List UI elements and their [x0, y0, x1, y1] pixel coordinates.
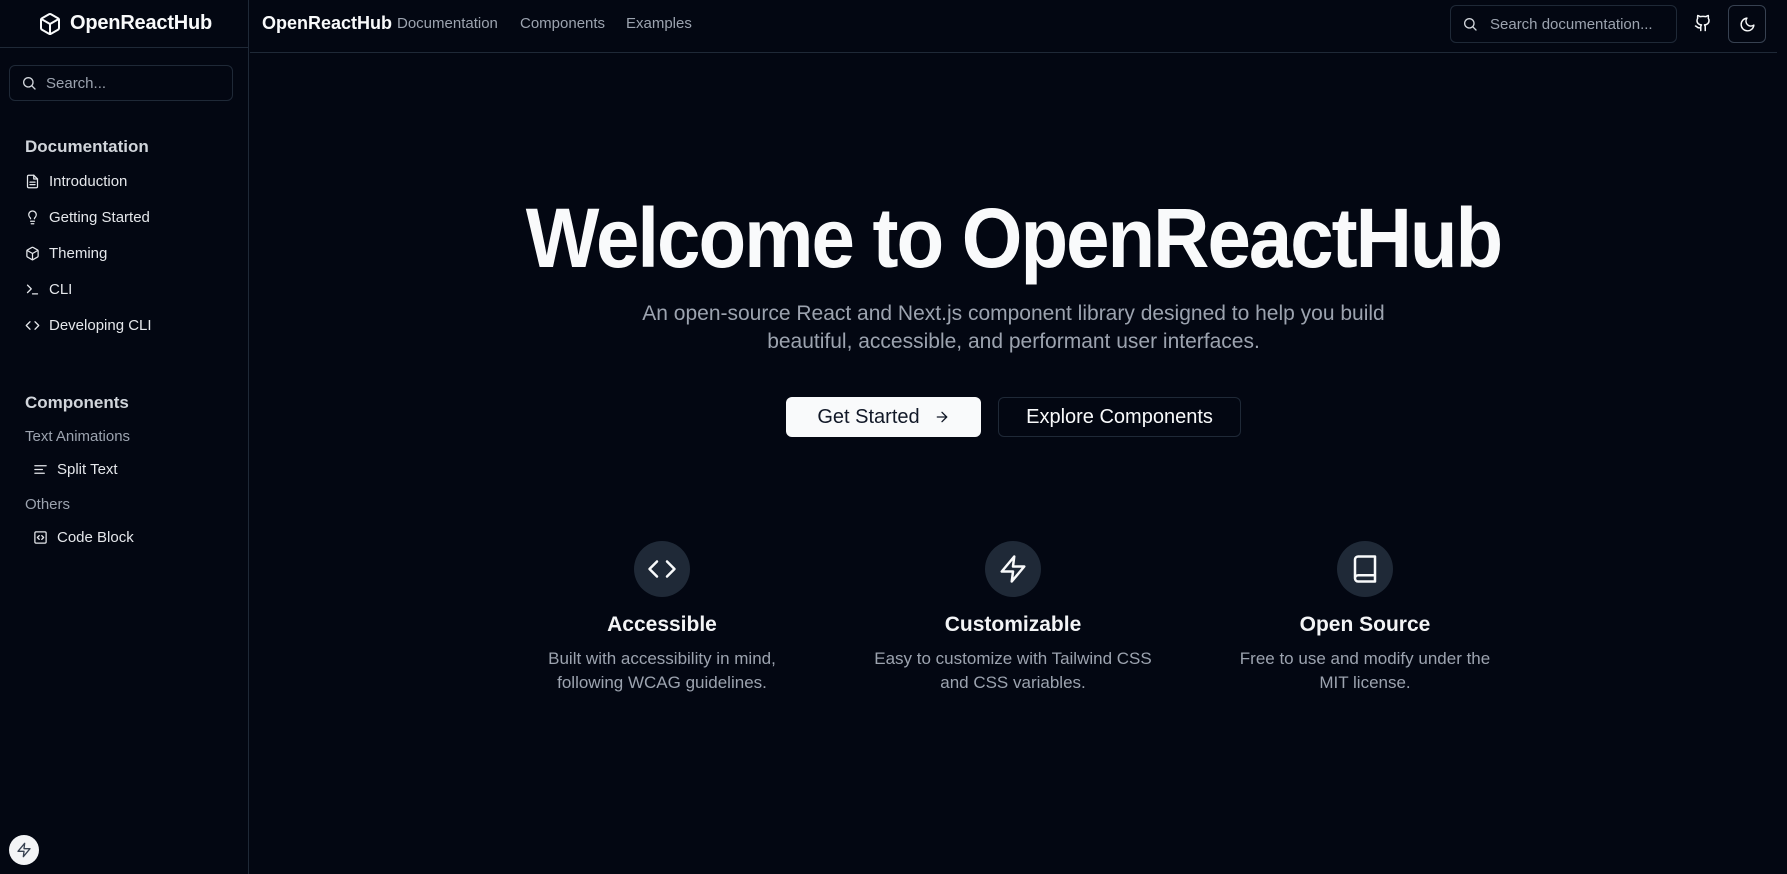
explore-components-button[interactable]: Explore Components [998, 397, 1241, 437]
section-title-documentation: Documentation [25, 137, 149, 156]
hero-subtitle: An open-source React and Next.js compone… [642, 302, 1385, 353]
terminal-icon [25, 282, 40, 297]
moon-icon [1739, 16, 1756, 33]
sidebar-brand[interactable]: OpenReactHub [0, 0, 248, 48]
sidebar-search-placeholder: Search... [46, 74, 107, 92]
nav-brand[interactable]: OpenReactHub [262, 13, 392, 34]
top-navigation: OpenReactHub Documentation Components Ex… [250, 0, 1777, 53]
feature-card-customizable: Customizable Easy to customize with Tail… [853, 541, 1173, 695]
group-label-text-animations: Text Animations [25, 428, 131, 445]
search-placeholder: Search documentation... [1490, 15, 1653, 33]
feature-card-open-source: Open Source Free to use and modify under… [1205, 541, 1525, 695]
sidebar-item-label: Theming [49, 244, 108, 262]
code-icon [634, 541, 690, 597]
button-label: Explore Components [1026, 405, 1213, 428]
feature-card-accessible: Accessible Built with accessibility in m… [502, 541, 822, 695]
nav-link-examples[interactable]: Examples [626, 15, 692, 32]
sidebar-item-developing-cli[interactable]: Developing CLI [25, 311, 152, 339]
sidebar-item-label: Code Block [57, 528, 134, 546]
github-icon [1694, 14, 1712, 32]
nav-link-components[interactable]: Components [520, 15, 605, 32]
book-icon [1337, 541, 1393, 597]
zap-icon [985, 541, 1041, 597]
code-icon [25, 318, 40, 333]
sidebar-item-theming[interactable]: Theming [25, 239, 107, 267]
search-icon [1462, 16, 1478, 32]
feature-description: Free to use and modify under the MIT lic… [1239, 649, 1491, 692]
brand-name: OpenReactHub [70, 12, 213, 34]
sidebar-item-label: Getting Started [49, 208, 150, 226]
sidebar: OpenReactHub Search... Documentation Int… [0, 0, 249, 874]
theme-toggle-button[interactable] [1728, 5, 1766, 43]
arrow-right-icon [934, 409, 950, 425]
sidebar-search-input[interactable]: Search... [9, 65, 233, 101]
feature-title: Open Source [1299, 613, 1431, 636]
get-started-button[interactable]: Get Started [786, 397, 981, 437]
sidebar-item-label: Introduction [49, 172, 128, 190]
sidebar-item-label: CLI [49, 280, 73, 298]
feature-title: Customizable [944, 613, 1082, 636]
package-icon [25, 246, 40, 261]
sidebar-item-getting-started[interactable]: Getting Started [25, 203, 150, 231]
align-left-icon [33, 462, 48, 477]
nav-link-documentation[interactable]: Documentation [397, 15, 498, 32]
search-icon [21, 75, 37, 91]
sidebar-item-split-text[interactable]: Split Text [33, 455, 118, 483]
hero-title: Welcome to OpenReactHub [525, 190, 1503, 286]
scrollbar-gutter [1777, 0, 1787, 874]
sidebar-item-code-block[interactable]: Code Block [33, 523, 134, 551]
sidebar-item-cli[interactable]: CLI [25, 275, 72, 303]
zap-icon [16, 842, 32, 858]
group-label-others: Others [25, 496, 71, 513]
sidebar-item-introduction[interactable]: Introduction [25, 167, 127, 195]
button-label: Get Started [817, 405, 920, 428]
sidebar-item-label: Split Text [57, 460, 118, 478]
sidebar-item-label: Developing CLI [49, 316, 152, 334]
feature-title: Accessible [607, 613, 717, 636]
documentation-search-input[interactable]: Search documentation... [1450, 5, 1677, 43]
github-link[interactable] [1692, 12, 1714, 34]
file-code-icon [33, 530, 48, 545]
feature-description: Built with accessibility in mind, follow… [548, 649, 776, 692]
feature-description: Easy to customize with Tailwind CSS and … [874, 649, 1152, 692]
quick-action-button[interactable] [9, 835, 39, 865]
section-title-components: Components [25, 393, 129, 412]
package-icon [38, 12, 62, 36]
lightbulb-icon [25, 209, 40, 225]
file-text-icon [25, 174, 40, 189]
